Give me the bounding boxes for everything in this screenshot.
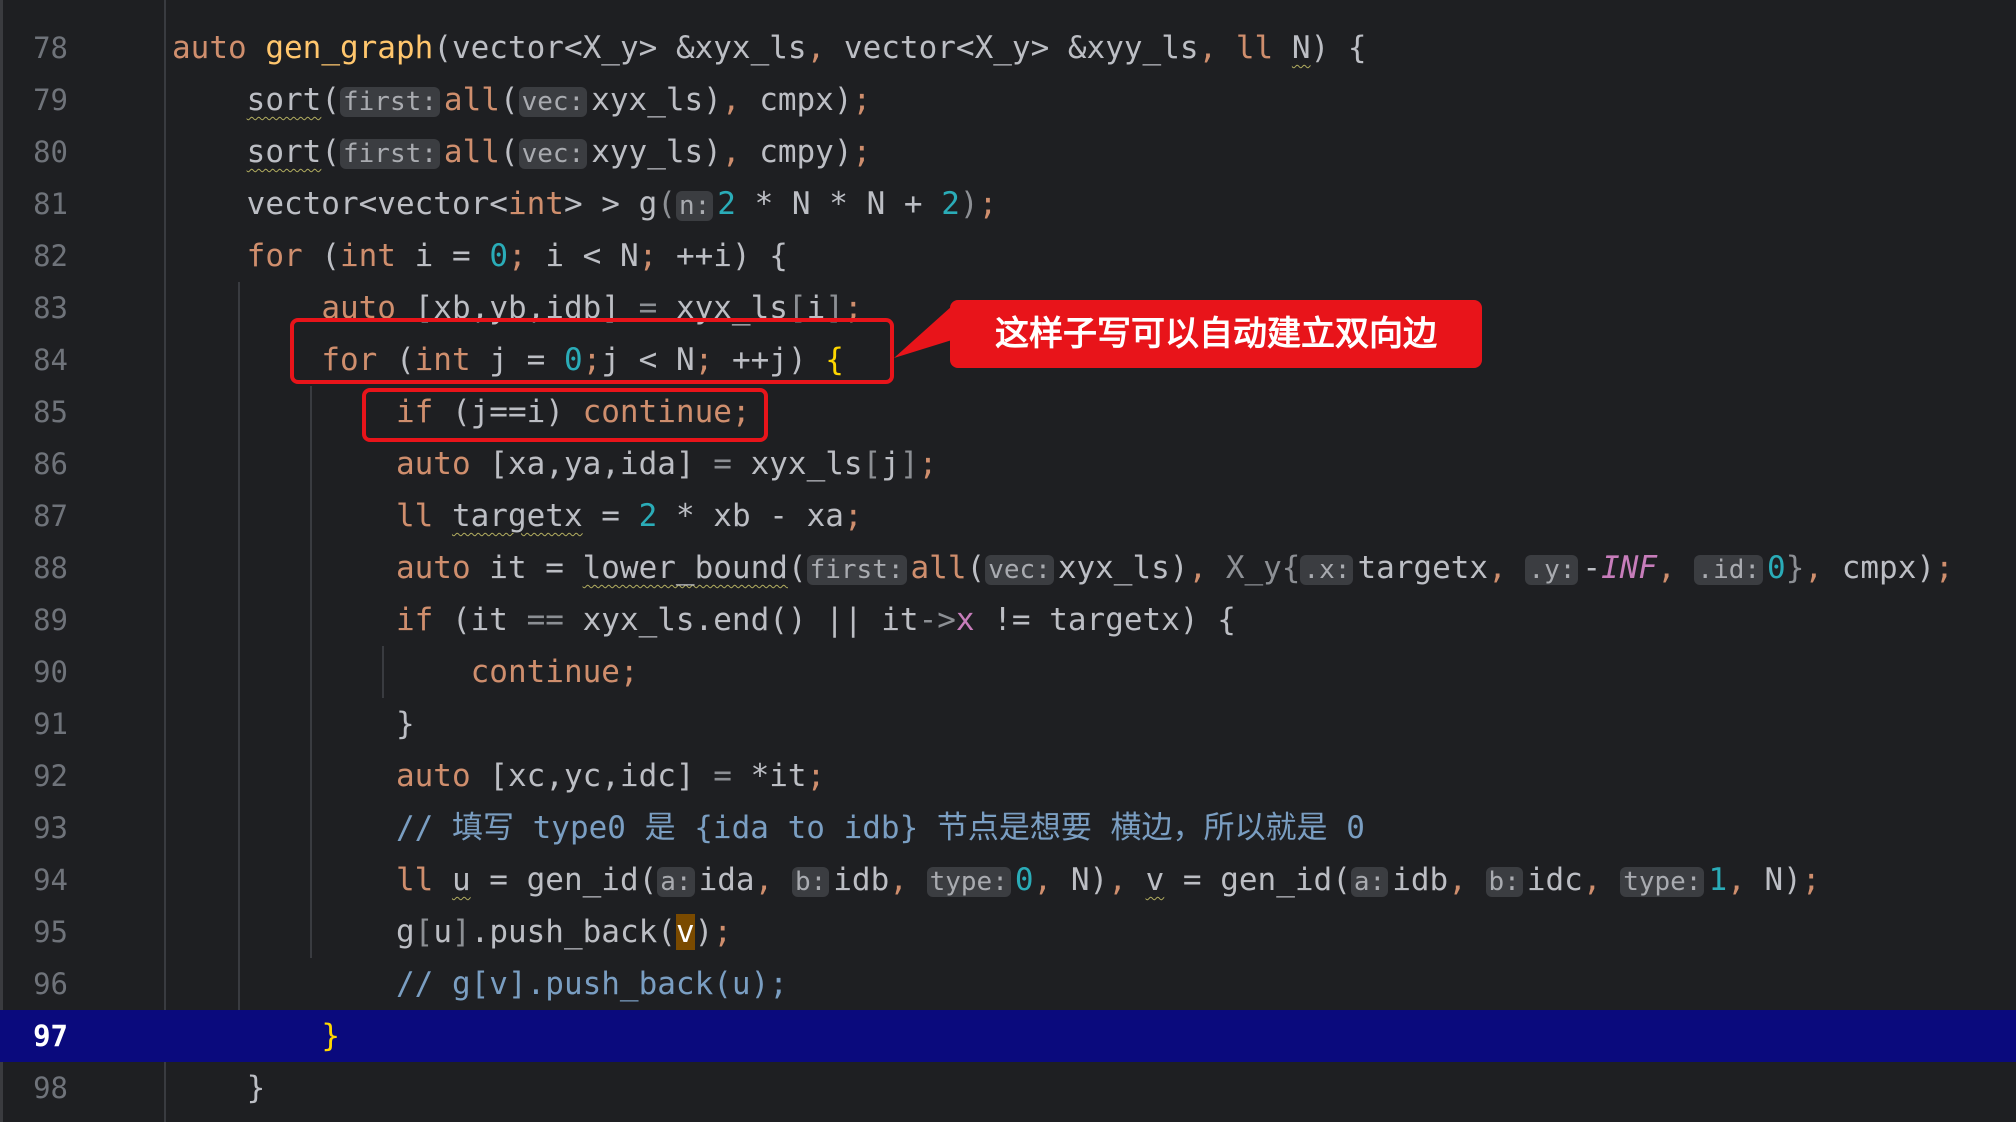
line-number: 91 [33,707,68,741]
param-hint: a: [657,867,695,897]
param-hint: .x: [1300,555,1354,585]
code-line[interactable]: auto it = lower_bound(first: all(vec: xyx_… [172,542,1954,594]
code-line[interactable]: auto gen_graph(vector<X_y> &xyx_ls, vect… [172,22,1367,74]
code-line[interactable]: continue; [172,646,639,698]
annotation-callout: 这样子写可以自动建立双向边 [950,300,1482,368]
code-editor[interactable]: 78 79 80 81 82 83 84 85 86 87 88 89 90 9… [0,0,2016,1122]
param-hint: vec: [518,87,588,117]
code-line[interactable]: for (int i = 0; i < N; ++i) { [172,230,788,282]
line-number: 92 [33,759,68,793]
param-hint: vec: [518,139,588,169]
line-number: 79 [33,83,68,117]
code-comment: // 填写 type0 是 {ida to idb} 节点是想要 横边，所以就是… [395,810,1365,846]
code-line[interactable]: if (it == xyx_ls.end() || it->x != targe… [172,594,1236,646]
param-hint: b: [1485,867,1523,897]
code-line[interactable]: auto [xa,ya,ida] = xyx_ls[j]; [172,438,937,490]
code-line[interactable]: } [172,698,415,750]
line-number: 95 [33,915,68,949]
line-number: 80 [33,135,68,169]
code-line-current[interactable]: } [172,1010,340,1062]
param-hint: b: [791,867,830,897]
line-number: 86 [33,447,68,481]
code-line[interactable]: ll targetx = 2 * xb - xa; [172,490,863,542]
param-hint: a: [1350,867,1389,897]
code-line[interactable]: ll u = gen_id(a: ida, b: idb, type: 0, N), … [172,854,1821,906]
param-hint: type: [926,867,1011,897]
param-hint: .id: [1694,555,1764,585]
code-line[interactable]: sort(first: all(vec: xyx_ls), cmpx); [172,74,872,126]
param-hint: vec: [985,555,1054,585]
code-line[interactable]: auto [xc,yc,idc] = *it; [172,750,825,802]
line-number-gutter: 78 79 80 81 82 83 84 85 86 87 88 89 90 9… [0,0,166,1122]
line-number: 98 [33,1071,68,1105]
code-comment: // g[v].push_back(u); [395,966,788,1002]
annotation-box-if-continue [362,388,768,442]
line-number: 96 [33,967,68,1001]
line-number: 89 [33,603,68,637]
param-hint: n: [675,191,714,221]
code-line[interactable]: sort(first: all(vec: xyy_ls), cmpy); [172,126,872,178]
line-number: 85 [33,395,68,429]
line-number: 83 [33,291,68,325]
code-line[interactable]: g[u].push_back(v); [172,906,732,958]
line-number: 81 [33,187,68,221]
code-line[interactable]: // g[v].push_back(u); [172,958,788,1010]
code-line[interactable]: vector<vector<int> > g(n: 2 * N * N + 2); [172,178,998,230]
line-number: 90 [33,655,68,689]
code-line[interactable]: } [172,1062,266,1114]
line-number: 88 [33,551,68,585]
current-line-number: 97 [33,1019,68,1053]
annotation-box-for-loop [290,318,894,384]
line-number: 93 [33,811,68,845]
param-hint: first: [339,139,440,169]
line-number: 87 [33,499,68,533]
line-number: 84 [33,343,68,377]
line-number: 82 [33,239,68,273]
param-hint: type: [1620,867,1705,897]
param-hint: first: [339,87,440,117]
code-line[interactable]: // 填写 type0 是 {ida to idb} 节点是想要 横边，所以就是… [172,802,1365,854]
param-hint: .y: [1525,555,1579,585]
line-number: 94 [33,863,68,897]
line-number: 78 [33,31,68,65]
param-hint: first: [806,555,907,585]
